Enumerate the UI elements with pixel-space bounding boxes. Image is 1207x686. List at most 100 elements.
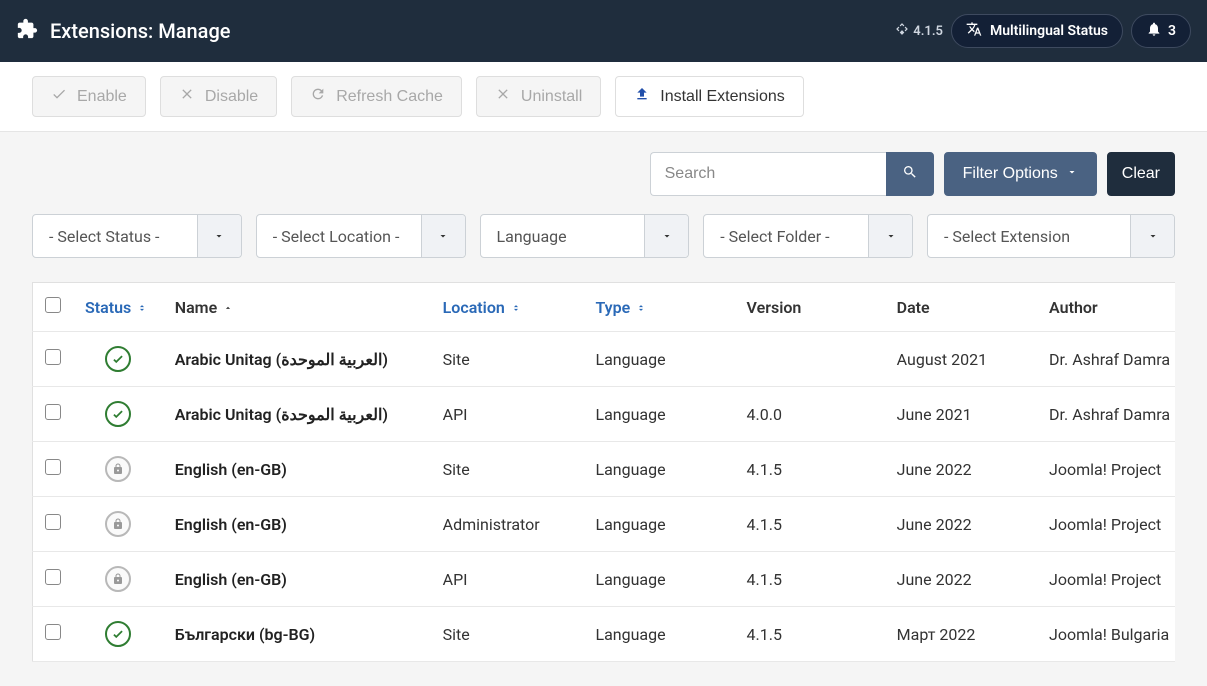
enable-button[interactable]: Enable	[32, 76, 146, 117]
row-type: Language	[583, 607, 734, 662]
table-header-row: Status Name Location Type	[33, 283, 1176, 332]
row-checkbox[interactable]	[45, 349, 61, 365]
row-checkbox[interactable]	[45, 404, 61, 420]
table-row: Arabic Unitag (العربية الموحدة)APILangua…	[33, 387, 1176, 442]
sort-asc-icon	[221, 298, 233, 317]
row-checkbox[interactable]	[45, 514, 61, 530]
row-checkbox-cell	[33, 442, 74, 497]
multilingual-status-button[interactable]: Multilingual Status	[951, 14, 1123, 48]
select-folder-label: - Select Folder -	[704, 227, 868, 246]
enable-label: Enable	[77, 88, 127, 106]
chevron-down-icon	[421, 215, 465, 257]
row-author: Joomla! Project	[1037, 552, 1175, 607]
row-checkbox[interactable]	[45, 624, 61, 640]
header: Extensions: Manage 4.1.5 Multilingual St…	[0, 0, 1207, 62]
row-author: Joomla! Bulgaria	[1037, 607, 1175, 662]
row-location: API	[431, 552, 584, 607]
chevron-down-icon	[644, 215, 688, 257]
table-row: English (en-GB)APILanguage4.1.5June 2022…	[33, 552, 1176, 607]
status-locked-icon	[105, 511, 131, 537]
row-status-cell	[73, 387, 163, 442]
row-type: Language	[583, 497, 734, 552]
row-status-cell	[73, 497, 163, 552]
sort-icon	[509, 298, 521, 317]
row-date: Март 2022	[885, 607, 1037, 662]
page-title: Extensions: Manage	[50, 19, 231, 43]
row-author: Joomla! Project	[1037, 442, 1175, 497]
table-row: English (en-GB)AdministratorLanguage4.1.…	[33, 497, 1176, 552]
col-name[interactable]: Name	[163, 283, 431, 332]
select-location[interactable]: - Select Location -	[256, 214, 466, 258]
row-name: English (en-GB)	[163, 552, 431, 607]
status-enabled-icon[interactable]	[105, 401, 131, 427]
notifications-button[interactable]: 3	[1131, 14, 1191, 48]
extensions-table: Status Name Location Type	[32, 282, 1175, 662]
search-input[interactable]	[650, 152, 886, 196]
row-checkbox-cell	[33, 332, 74, 387]
col-author: Author	[1037, 283, 1175, 332]
col-type[interactable]: Type	[583, 283, 734, 332]
select-status-label: - Select Status -	[33, 227, 197, 246]
row-location: Site	[431, 607, 584, 662]
select-extension-label: - Select Extension	[928, 227, 1130, 246]
row-type: Language	[583, 442, 734, 497]
sort-icon	[634, 298, 646, 317]
select-folder[interactable]: - Select Folder -	[703, 214, 913, 258]
clear-button[interactable]: Clear	[1107, 152, 1175, 196]
select-all-checkbox[interactable]	[45, 297, 61, 313]
status-enabled-icon[interactable]	[105, 346, 131, 372]
select-extension[interactable]: - Select Extension	[927, 214, 1175, 258]
refresh-icon	[310, 86, 326, 107]
row-version: 4.1.5	[735, 442, 885, 497]
select-status[interactable]: - Select Status -	[32, 214, 242, 258]
status-enabled-icon[interactable]	[105, 621, 131, 647]
table-row: Български (bg-BG)SiteLanguage4.1.5Март 2…	[33, 607, 1176, 662]
status-locked-icon	[105, 566, 131, 592]
row-version: 4.0.0	[735, 387, 885, 442]
content: Filter Options Clear - Select Status - -…	[0, 132, 1207, 686]
col-type-label: Type	[595, 298, 630, 317]
times-icon	[495, 86, 511, 107]
filter-options-label: Filter Options	[963, 165, 1058, 183]
install-extensions-button[interactable]: Install Extensions	[615, 76, 804, 117]
disable-button[interactable]: Disable	[160, 76, 277, 117]
clear-label: Clear	[1122, 165, 1160, 183]
upload-icon	[634, 86, 650, 107]
version-text: 4.1.5	[913, 24, 943, 39]
row-type: Language	[583, 552, 734, 607]
col-status[interactable]: Status	[73, 283, 163, 332]
filter-options-button[interactable]: Filter Options	[944, 152, 1097, 196]
row-name: English (en-GB)	[163, 442, 431, 497]
row-status-cell	[73, 607, 163, 662]
chevron-down-icon	[1130, 215, 1174, 257]
row-checkbox-cell	[33, 552, 74, 607]
select-type[interactable]: Language	[480, 214, 690, 258]
row-checkbox[interactable]	[45, 569, 61, 585]
row-author: Dr. Ashraf Damra	[1037, 332, 1175, 387]
row-name: English (en-GB)	[163, 497, 431, 552]
row-name: Български (bg-BG)	[163, 607, 431, 662]
row-author: Joomla! Project	[1037, 497, 1175, 552]
uninstall-button[interactable]: Uninstall	[476, 76, 601, 117]
search-button[interactable]	[886, 152, 934, 196]
row-date: June 2021	[885, 387, 1037, 442]
row-author: Dr. Ashraf Damra	[1037, 387, 1175, 442]
row-checkbox[interactable]	[45, 459, 61, 475]
col-date: Date	[885, 283, 1037, 332]
joomla-icon	[895, 22, 909, 40]
refresh-cache-button[interactable]: Refresh Cache	[291, 76, 462, 117]
filter-row-selects: - Select Status - - Select Location - La…	[32, 214, 1175, 258]
col-location[interactable]: Location	[431, 283, 584, 332]
row-date: August 2021	[885, 332, 1037, 387]
row-name: Arabic Unitag (العربية الموحدة)	[163, 387, 431, 442]
row-date: June 2022	[885, 497, 1037, 552]
col-version-label: Version	[747, 298, 802, 317]
row-location: API	[431, 387, 584, 442]
col-name-label: Name	[175, 298, 217, 317]
toolbar: Enable Disable Refresh Cache Uninstall I…	[0, 62, 1207, 132]
row-checkbox-cell	[33, 387, 74, 442]
header-left: Extensions: Manage	[16, 18, 231, 44]
col-author-label: Author	[1049, 298, 1098, 317]
refresh-label: Refresh Cache	[336, 88, 443, 106]
col-date-label: Date	[897, 298, 930, 317]
